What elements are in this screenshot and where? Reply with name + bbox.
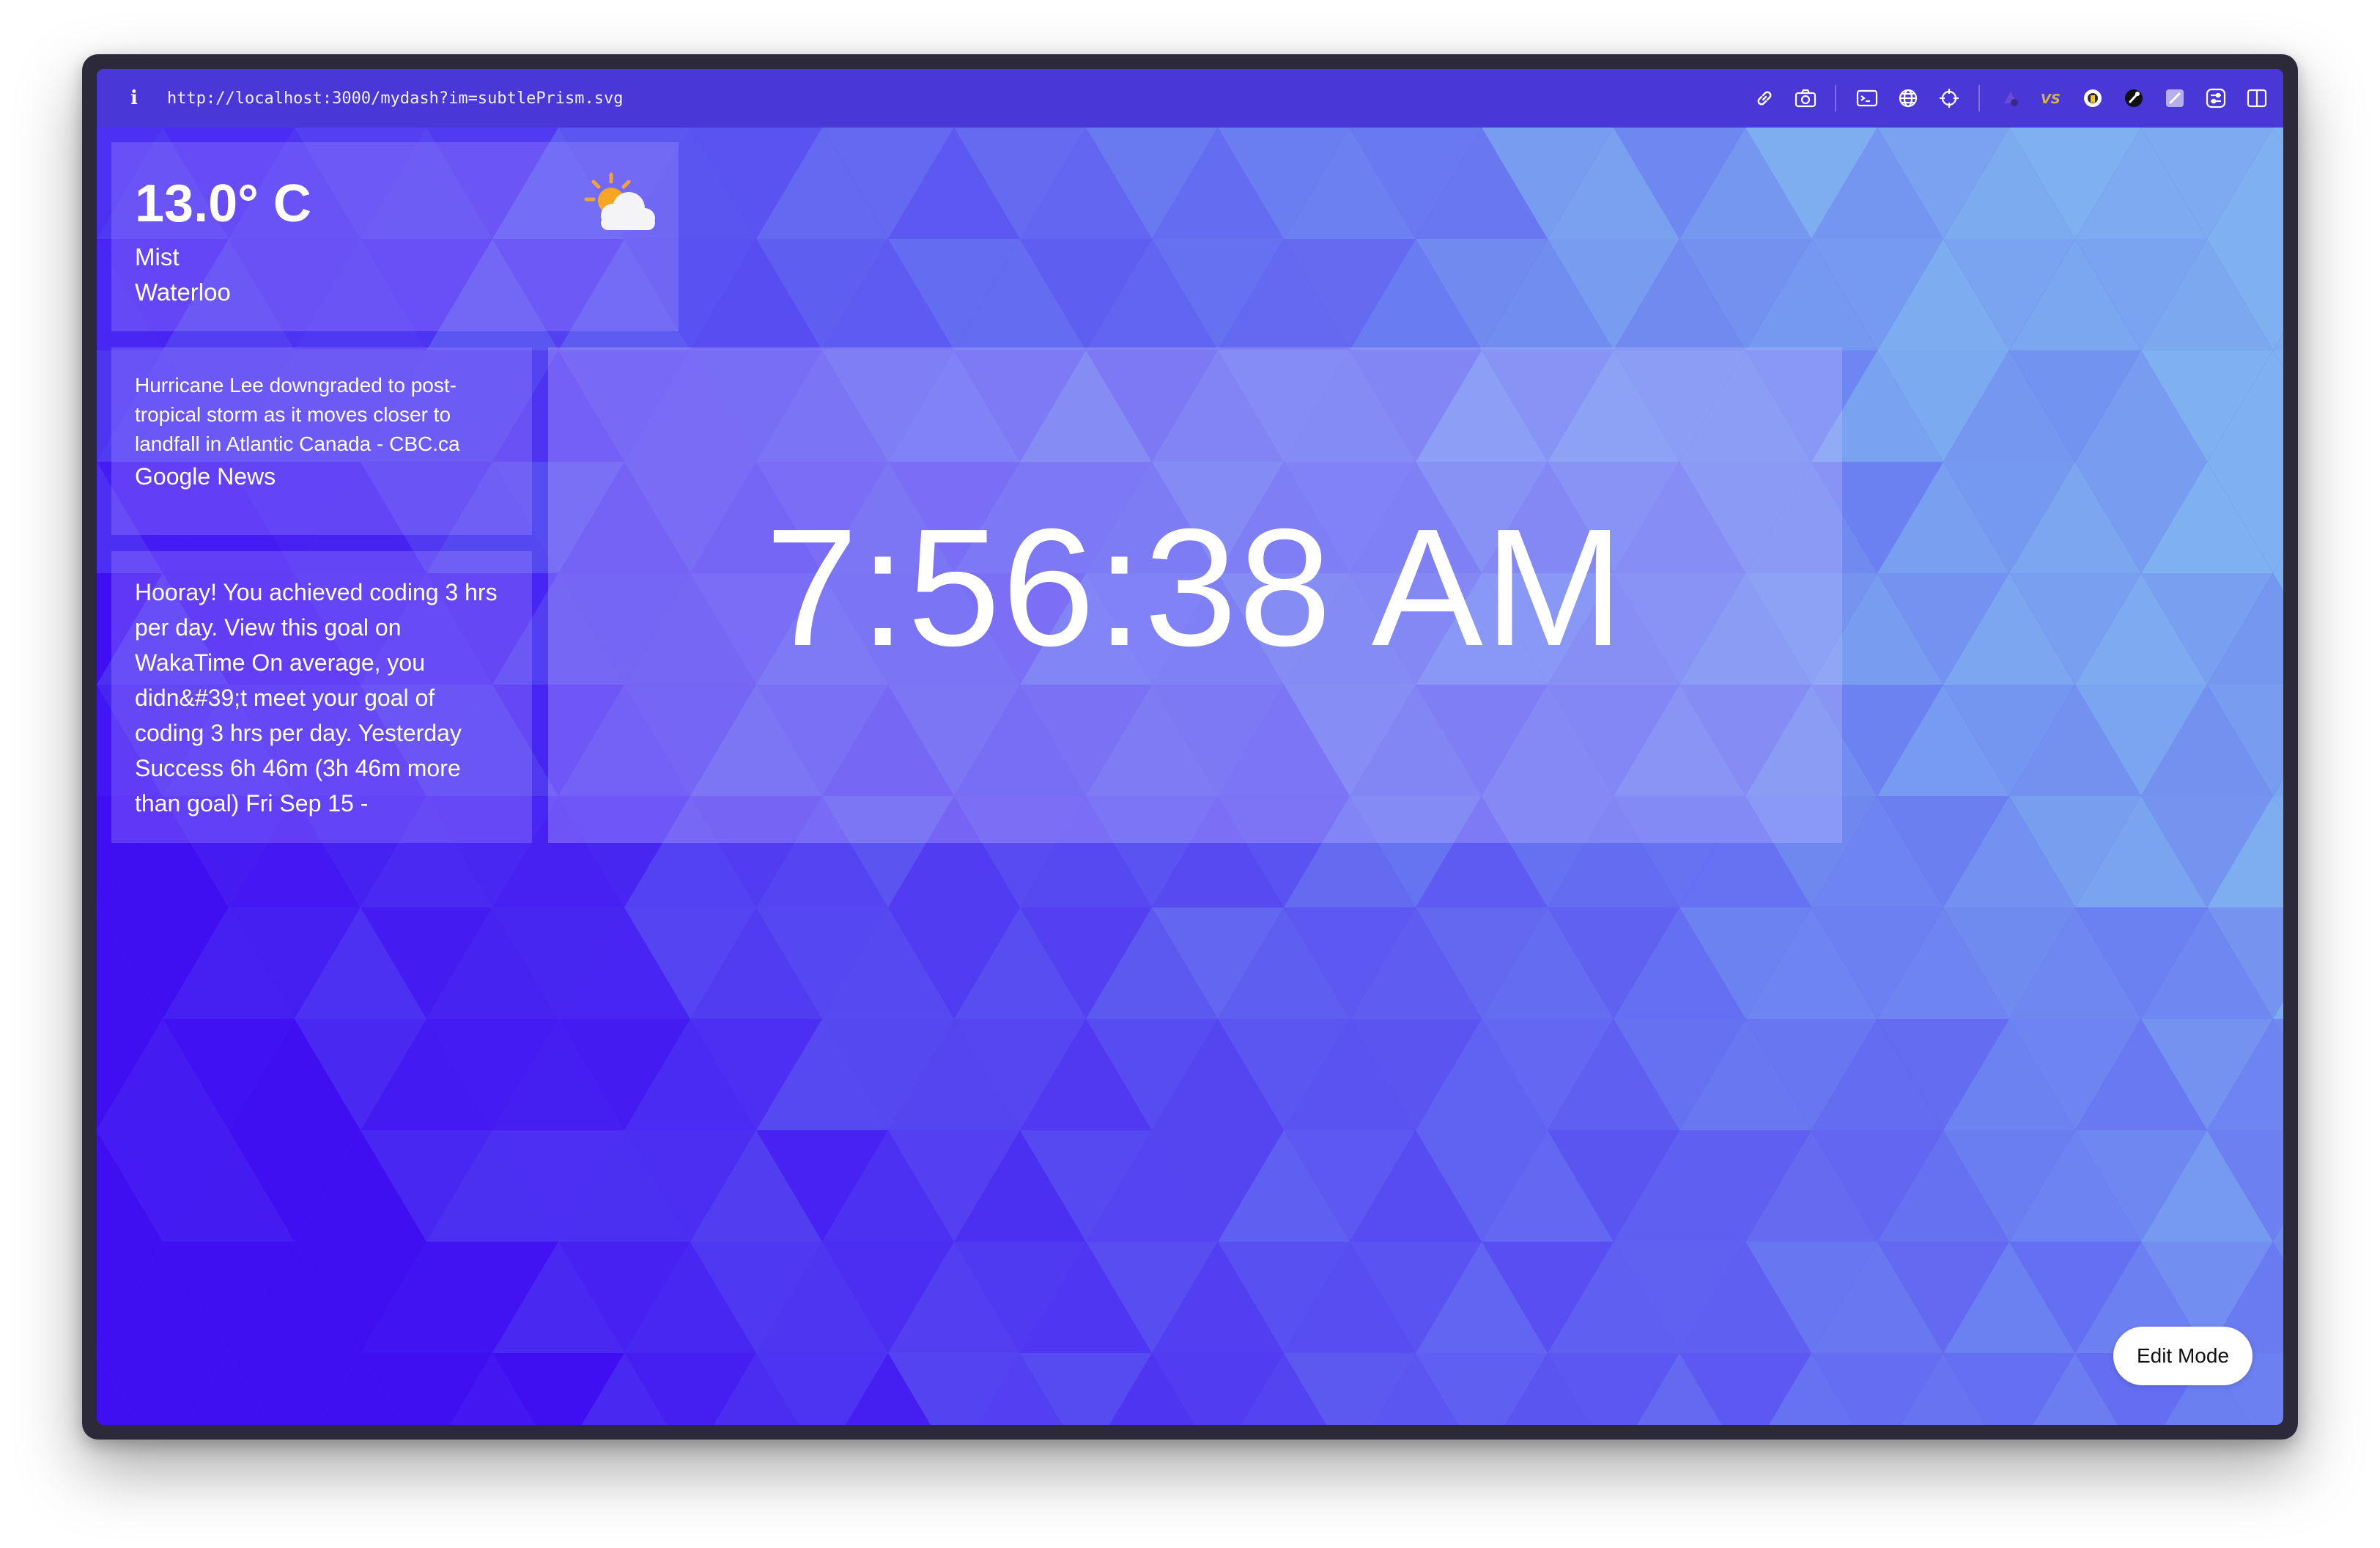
clock-widget: 7:56:38 AM bbox=[548, 347, 1842, 843]
camera-icon[interactable] bbox=[1792, 85, 1819, 111]
sliders-extension-icon[interactable] bbox=[2203, 85, 2229, 111]
vs-extension-icon[interactable]: VS bbox=[2039, 85, 2065, 111]
toolbar-tools: VS bbox=[1737, 69, 2270, 128]
news-widget[interactable]: Hurricane Lee downgraded to post-tropica… bbox=[111, 347, 532, 535]
crosshair-icon[interactable] bbox=[1936, 85, 1962, 111]
weather-condition: Mist bbox=[135, 243, 180, 270]
ghost-extension-icon[interactable] bbox=[2080, 85, 2106, 111]
address-bar[interactable]: http://localhost:3000/mydash?im=subtlePr… bbox=[167, 89, 624, 108]
news-source: Google News bbox=[135, 463, 276, 490]
svg-text:VS: VS bbox=[2041, 92, 2061, 107]
toolbar-separator bbox=[1835, 85, 1836, 111]
purple-extension-icon[interactable] bbox=[1998, 85, 2024, 111]
weather-city: Waterloo bbox=[135, 279, 231, 306]
dark-extension-icon[interactable] bbox=[2121, 85, 2147, 111]
clock-time: 7:56:38 AM bbox=[765, 494, 1625, 681]
news-headline[interactable]: Hurricane Lee downgraded to post-tropica… bbox=[135, 371, 510, 459]
sidebar-toggle-icon[interactable] bbox=[2244, 85, 2270, 111]
browser-window: i http://localhost:3000/mydash?im=subtle… bbox=[82, 54, 2298, 1440]
browser-toolbar: i http://localhost:3000/mydash?im=subtle… bbox=[97, 69, 2283, 128]
weather-widget: 13.0° C Mist Waterloo bbox=[111, 142, 679, 331]
partly-cloudy-icon bbox=[579, 172, 659, 241]
weather-temperature: 13.0° C bbox=[135, 174, 311, 233]
info-icon[interactable]: i bbox=[123, 87, 145, 109]
link-icon[interactable] bbox=[1751, 85, 1778, 111]
toolbar-separator bbox=[1978, 85, 1980, 111]
wakatime-widget: Hooray! You achieved coding 3 hrs per da… bbox=[111, 551, 532, 843]
edit-mode-button[interactable]: Edit Mode bbox=[2113, 1327, 2252, 1385]
wakatime-goal-text: Hooray! You achieved coding 3 hrs per da… bbox=[135, 579, 498, 817]
globe-icon[interactable] bbox=[1895, 85, 1921, 111]
browser-viewport: i http://localhost:3000/mydash?im=subtle… bbox=[97, 69, 2283, 1425]
wand-extension-icon[interactable] bbox=[2162, 85, 2188, 111]
terminal-icon[interactable] bbox=[1854, 85, 1880, 111]
